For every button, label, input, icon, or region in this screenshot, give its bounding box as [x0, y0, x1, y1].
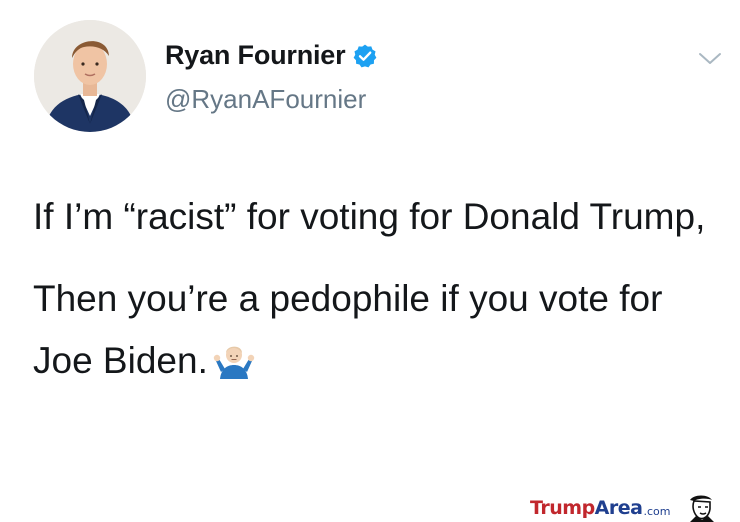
- author-display-name[interactable]: Ryan Fournier: [165, 40, 346, 71]
- watermark-brand: TrumpArea: [530, 497, 643, 519]
- tweet-card: Ryan Fournier @RyanAFournier If I’m “rac…: [0, 0, 740, 500]
- tweet-text-paragraph: Then you’re a pedophile if you vote for …: [33, 268, 723, 392]
- avatar-image: [34, 20, 146, 132]
- author-handle[interactable]: @RyanAFournier: [165, 84, 366, 115]
- author-name-row[interactable]: Ryan Fournier: [165, 40, 378, 71]
- tweet-text-paragraph: If I’m “racist” for voting for Donald Tr…: [33, 196, 706, 237]
- watermark-brand-part-1: Trump: [530, 497, 595, 519]
- avatar[interactable]: [34, 20, 146, 132]
- person-shrugging-emoji-icon: [212, 339, 256, 379]
- site-watermark: TrumpArea .com: [520, 494, 740, 522]
- trump-caricature-icon: [684, 494, 716, 522]
- tweet-body: If I’m “racist” for voting for Donald Tr…: [33, 186, 723, 392]
- watermark-domain: .com: [643, 504, 671, 518]
- verified-badge-icon: [352, 43, 378, 69]
- tweet-text-line: Then you’re a pedophile if you vote for …: [33, 278, 663, 381]
- chevron-down-icon[interactable]: [697, 50, 723, 68]
- watermark-brand-part-2: Area: [594, 497, 643, 519]
